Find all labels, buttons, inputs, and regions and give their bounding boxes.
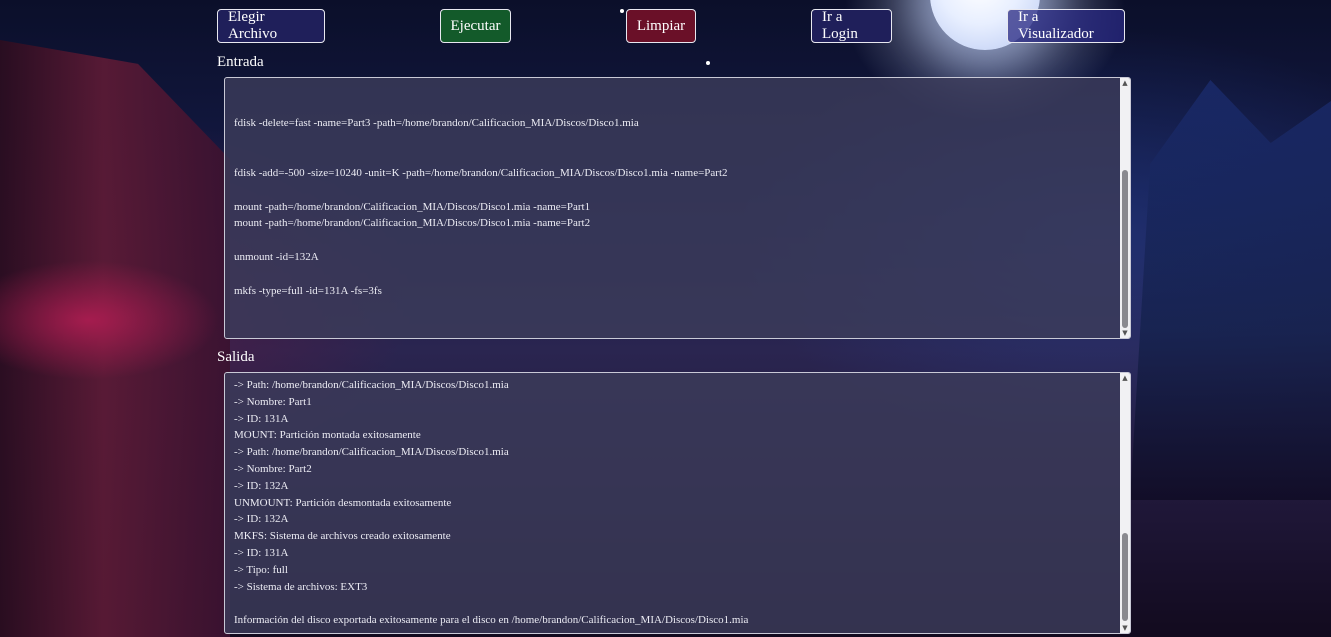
text-line: mkfs -type=full -id=131A -fs=3fs [234,284,382,297]
choose-file-button[interactable]: Elegir Archivo [217,9,325,43]
text-line: -> Nombre: Part2 [234,462,312,475]
input-scrollbar[interactable]: ▲ ▼ [1120,78,1130,338]
text-line: mount -path=/home/brandon/Calificacion_M… [234,200,591,213]
scroll-down-icon[interactable]: ▼ [1120,328,1130,338]
output-label: Salida [217,349,255,365]
text-line: unmount -id=132A [234,250,319,263]
text-line: fdisk -add=-500 -size=10240 -unit=K -pat… [234,166,728,179]
star-decoration [620,9,624,13]
text-line: Información del disco exportada exitosam… [234,614,749,627]
text-line [234,131,1116,148]
scroll-down-icon[interactable]: ▼ [1120,623,1130,633]
clear-button[interactable]: Limpiar [626,9,696,43]
text-line: -> Nombre: Part1 [234,395,312,408]
output-textarea[interactable]: -> Path: /home/brandon/Calificacion_MIA/… [224,372,1131,634]
text-line [234,595,1116,612]
go-to-visualizer-button[interactable]: Ir a Visualizador [1007,9,1125,43]
input-text: fdisk -delete=fast -name=Part3 -path=/ho… [234,81,1116,299]
input-textarea[interactable]: fdisk -delete=fast -name=Part3 -path=/ho… [224,77,1131,339]
text-line: -> Tipo: full [234,563,288,576]
text-line: -> Sistema de archivos: EXT3 [234,580,368,593]
input-label: Entrada [217,54,264,70]
text-line [234,182,1116,199]
text-line: mount -path=/home/brandon/Calificacion_M… [234,217,591,230]
text-line [234,266,1116,283]
text-line: -> ID: 131A [234,412,289,425]
go-to-login-button[interactable]: Ir a Login [811,9,892,43]
text-line [234,232,1116,249]
text-line: -> ID: 132A [234,479,289,492]
input-scroll-thumb[interactable] [1122,170,1128,328]
hill-decoration [1130,80,1331,500]
text-line: -> Path: /home/brandon/Calificacion_MIA/… [234,379,509,391]
glow-decoration [0,260,220,380]
scroll-up-icon[interactable]: ▲ [1120,373,1130,383]
execute-button[interactable]: Ejecutar [440,9,511,43]
text-line [234,98,1116,115]
text-line: UNMOUNT: Partición desmontada exitosamen… [234,496,452,509]
text-line: MOUNT: Partición montada exitosamente [234,429,421,442]
text-line: MKFS: Sistema de archivos creado exitosa… [234,530,451,543]
text-line: -> Path: /home/brandon/Calificacion_MIA/… [234,446,509,459]
text-line [234,148,1116,165]
text-line: -> ID: 132A [234,513,289,526]
output-scroll-thumb[interactable] [1122,533,1128,621]
text-line [234,81,1116,98]
text-line: fdisk -delete=fast -name=Part3 -path=/ho… [234,116,639,129]
scroll-up-icon[interactable]: ▲ [1120,78,1130,88]
text-line: -> ID: 131A [234,546,289,559]
star-decoration [706,61,710,65]
output-text: -> Path: /home/brandon/Calificacion_MIA/… [234,377,1116,629]
output-scrollbar[interactable]: ▲ ▼ [1120,373,1130,633]
